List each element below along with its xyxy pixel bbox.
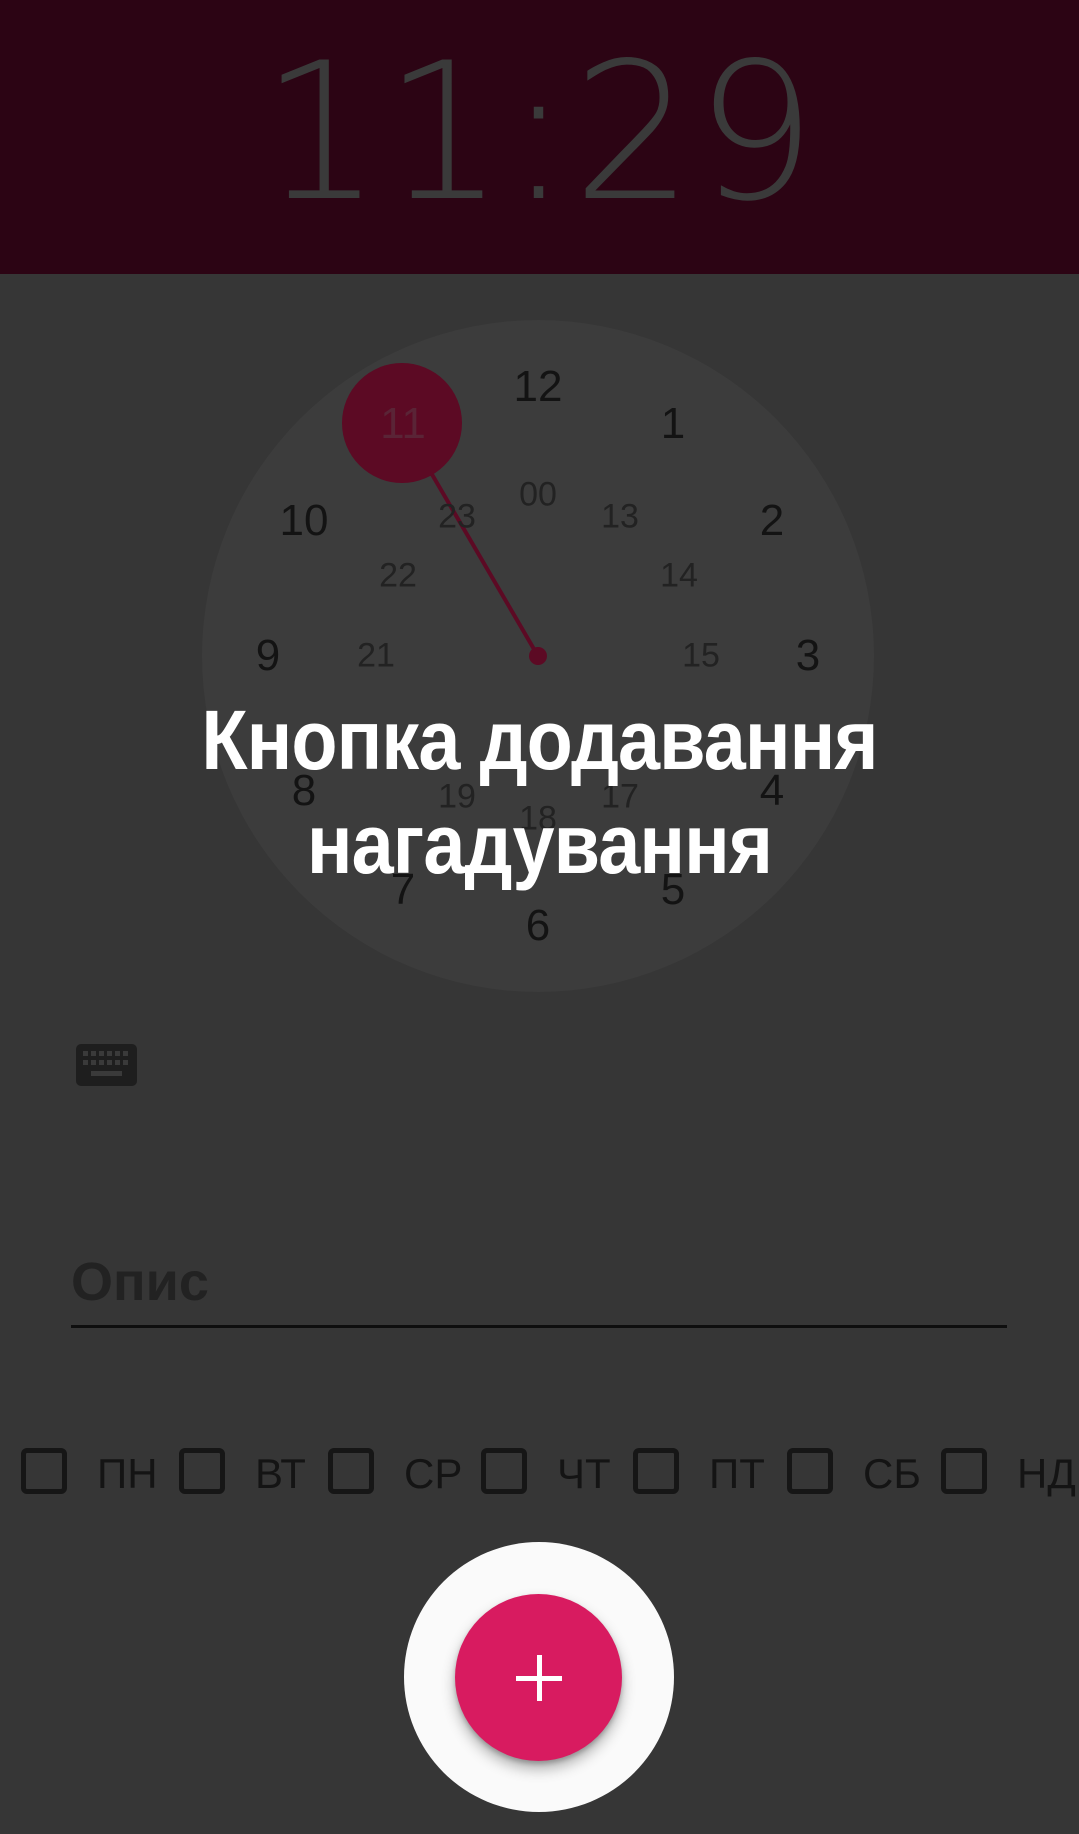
tooltip-line-1: Кнопка додавання: [201, 693, 878, 787]
day-checkbox[interactable]: [328, 1448, 374, 1494]
day-label: СБ: [863, 1450, 921, 1497]
clock-hour-22[interactable]: 22: [379, 557, 417, 596]
add-reminder-button[interactable]: [455, 1594, 622, 1761]
clock-hour-10[interactable]: 10: [280, 496, 329, 546]
day-label: СР: [404, 1450, 463, 1497]
tooltip-line-2: нагадування: [306, 797, 773, 891]
day-label: ЧТ: [557, 1450, 611, 1497]
day-checkbox[interactable]: [941, 1448, 987, 1494]
description-input[interactable]: [71, 1238, 1007, 1328]
day-checkbox[interactable]: [179, 1448, 225, 1494]
day-label: ПН: [97, 1450, 158, 1497]
clock-hour-6[interactable]: 6: [526, 901, 550, 951]
clock-hour-12[interactable]: 12: [514, 362, 563, 412]
clock-hour-2[interactable]: 2: [760, 496, 784, 546]
clock-hour-3[interactable]: 3: [796, 631, 820, 681]
day-checkbox[interactable]: [787, 1448, 833, 1494]
tutorial-tooltip: Кнопка додавання нагадування: [54, 688, 1025, 896]
weekday-selector: ПН ВТ СР ЧТ ПТ СБ НД: [0, 1446, 1079, 1502]
app-screen: 11:29 12 1 2 3 4 5 6 7 8 9 10 11 00 13 1…: [0, 0, 1079, 1834]
clock-hour-11[interactable]: 11: [380, 399, 426, 449]
clock-hour-14[interactable]: 14: [660, 557, 698, 596]
clock-hour-23[interactable]: 23: [438, 498, 476, 537]
clock-hour-13[interactable]: 13: [601, 498, 639, 537]
time-display[interactable]: 11:29: [0, 28, 1079, 238]
keyboard-icon[interactable]: [76, 1044, 137, 1086]
clock-center-dot: [529, 647, 547, 665]
plus-icon: [515, 1654, 562, 1701]
clock-hour-1[interactable]: 1: [661, 399, 685, 449]
day-checkbox[interactable]: [633, 1448, 679, 1494]
day-label: НД: [1017, 1450, 1076, 1497]
day-checkbox[interactable]: [481, 1448, 527, 1494]
clock-hour-21[interactable]: 21: [357, 637, 395, 676]
day-checkbox[interactable]: [21, 1448, 67, 1494]
day-label: ПТ: [709, 1450, 765, 1497]
clock-hour-9[interactable]: 9: [256, 631, 280, 681]
day-label: ВТ: [255, 1450, 306, 1497]
clock-hour-15[interactable]: 15: [682, 637, 720, 676]
clock-hour-00[interactable]: 00: [519, 476, 557, 515]
time-header: 11:29: [0, 0, 1079, 274]
